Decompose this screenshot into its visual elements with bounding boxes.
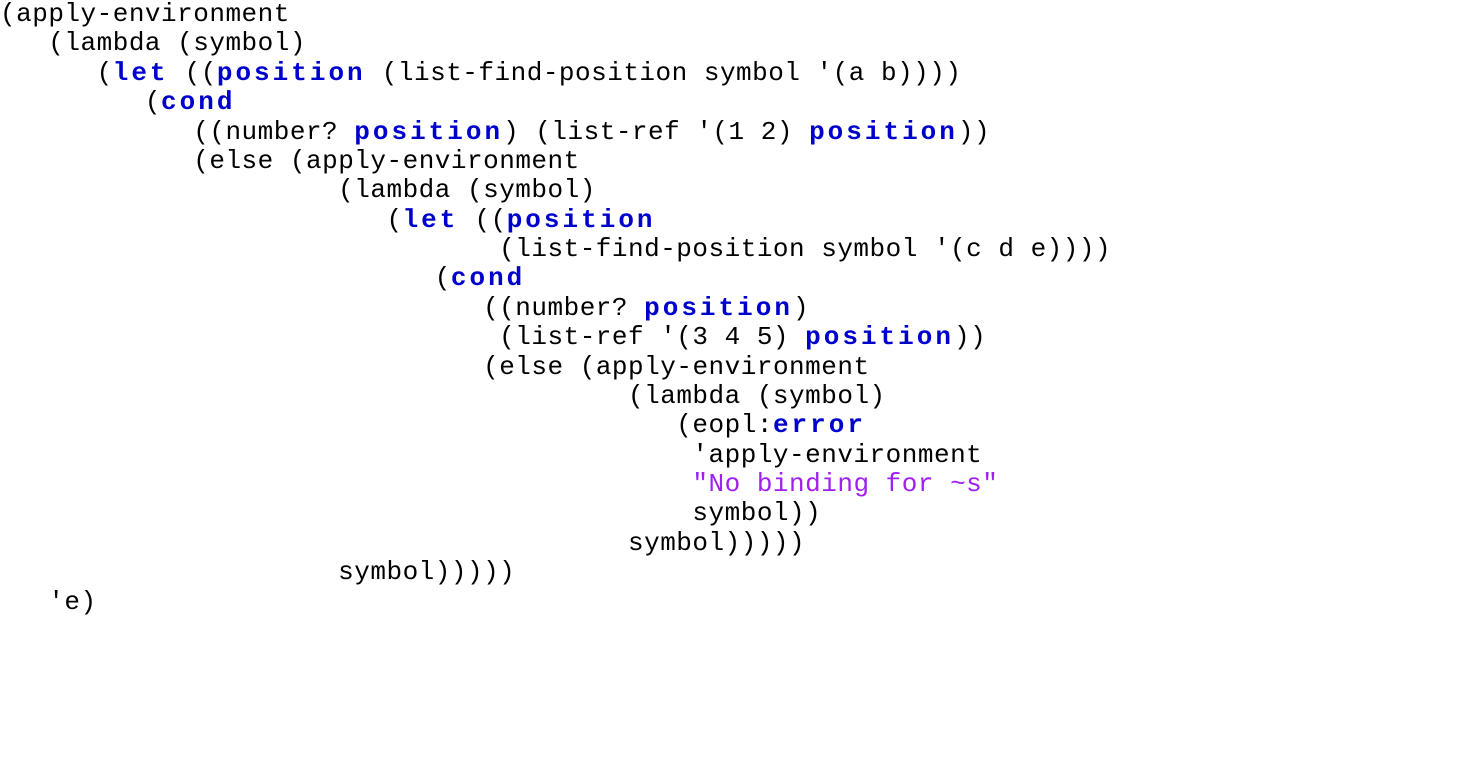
symbol-close: symbol)) — [692, 498, 821, 528]
fn-apply-environment: apply-environment — [306, 146, 580, 176]
cond-keyword: cond — [161, 87, 235, 117]
let-keyword: let — [113, 58, 169, 88]
position-keyword: position — [217, 58, 366, 88]
fn-apply-environment: apply-environment — [16, 0, 290, 29]
string-no-binding: "No binding for ~s" — [692, 469, 998, 499]
number-predicate: number? — [515, 293, 628, 323]
symbol-close: symbol))))) — [628, 528, 805, 558]
list-ref-12: list-ref '(1 2) — [551, 117, 793, 147]
lambda-symbol: lambda (symbol) — [64, 28, 306, 58]
lambda-symbol: lambda (symbol) — [644, 381, 886, 411]
list-find-ab: list-find-position symbol '(a b) — [398, 58, 913, 88]
lambda-symbol: lambda (symbol) — [354, 175, 596, 205]
else-branch: else — [499, 352, 563, 382]
fn-apply-environment: apply-environment — [596, 352, 870, 382]
position-keyword: position — [809, 117, 958, 147]
cond-keyword: cond — [451, 263, 525, 293]
list-ref-345: list-ref '(3 4 5) — [515, 322, 789, 352]
number-predicate: number? — [225, 117, 338, 147]
position-keyword: position — [507, 205, 656, 235]
code-block: (apply-environment (lambda (symbol) (let… — [0, 0, 1470, 617]
eopl: eopl — [692, 410, 756, 440]
quote-apply-env: 'apply-environment — [692, 440, 982, 470]
position-keyword: position — [354, 117, 503, 147]
list-find-cde: list-find-position symbol '(c d e) — [515, 234, 1063, 264]
quote-e: 'e) — [48, 587, 96, 617]
error-keyword: error — [773, 410, 866, 440]
let-keyword: let — [403, 205, 459, 235]
position-keyword: position — [805, 322, 954, 352]
else-branch: else — [209, 146, 273, 176]
position-keyword: position — [644, 293, 793, 323]
symbol-close: symbol))))) — [338, 557, 515, 587]
